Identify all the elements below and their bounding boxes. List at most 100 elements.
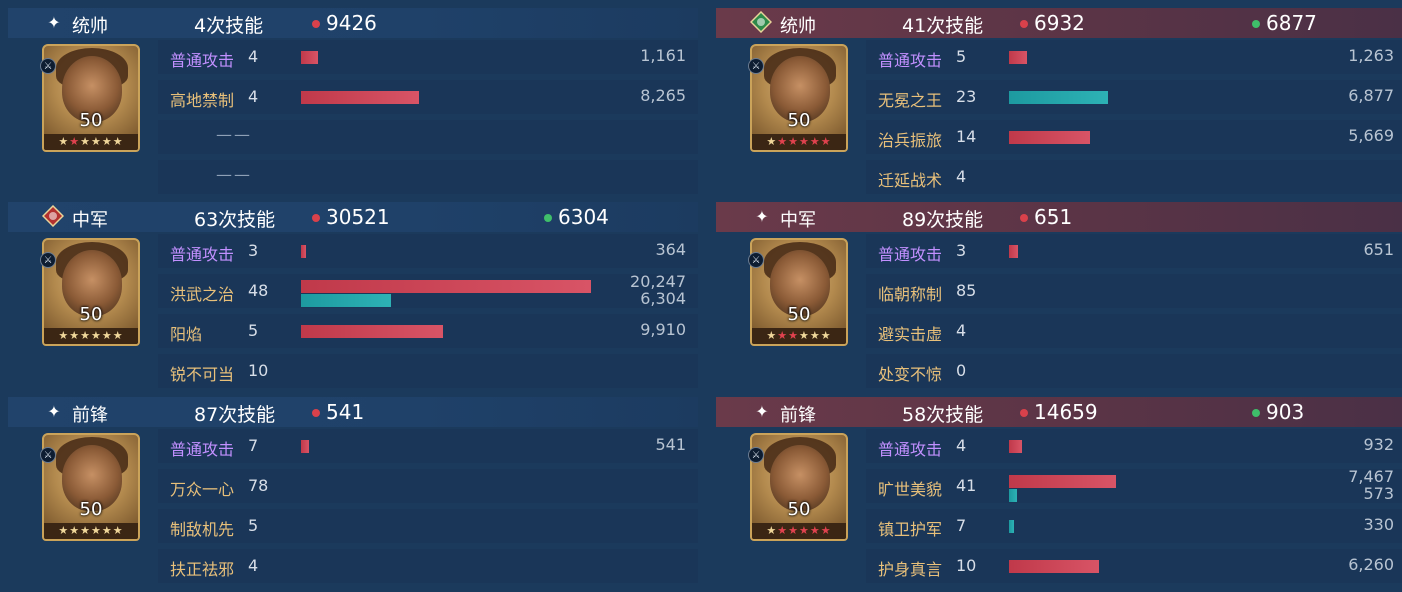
damage-bar (301, 280, 591, 293)
skill-row[interactable]: 普通攻击 4 932 (866, 429, 1402, 463)
star-icon: ★ (101, 135, 113, 148)
skill-value-secondary: 6,304 (640, 289, 686, 308)
skill-row[interactable]: 普通攻击 3 364 (158, 234, 698, 268)
star-icon: ★ (809, 329, 821, 342)
skill-trigger-count: 78 (248, 476, 269, 495)
skill-row[interactable]: 洪武之治 48 20,247 6,304 (158, 272, 698, 308)
skill-row[interactable]: 护身真言 10 6,260 (866, 549, 1402, 583)
block-header: 中军 63次技能 30521 6304 (8, 202, 698, 232)
skill-count: 4次技能 (194, 15, 264, 37)
star-icon: ★ (820, 329, 832, 342)
hero-portrait[interactable]: 50 ★★★★★★ (42, 433, 140, 541)
sparkle-icon: ✦ (47, 13, 61, 32)
heal-total: 6304 (544, 205, 609, 229)
star-icon: ★ (820, 135, 832, 148)
skill-row[interactable]: 普通攻击 4 1,161 (158, 40, 698, 74)
hero-portrait[interactable]: 50 ★★★★★★ (42, 44, 140, 152)
heal-bar (1009, 91, 1108, 104)
skill-row[interactable]: 普通攻击 5 1,263 (866, 40, 1402, 74)
skill-trigger-count: 14 (956, 127, 977, 146)
skill-value: 6,877 (1348, 86, 1394, 105)
skill-row[interactable]: 万众一心 78 (158, 469, 698, 503)
skill-row[interactable]: 普通攻击 7 541 (158, 429, 698, 463)
hero-level: 50 (79, 110, 103, 131)
star-icon: ★ (80, 524, 91, 537)
damage-bar (1009, 560, 1099, 573)
skill-value: 330 (1363, 515, 1394, 534)
damage-bar (1009, 245, 1018, 258)
hero-level: 50 (79, 304, 103, 325)
skill-trigger-count: 10 (956, 556, 977, 575)
skill-row[interactable]: —— (158, 120, 698, 154)
block-header: ✦ 中军 89次技能 651 (716, 202, 1402, 232)
skill-row[interactable]: 高地禁制 4 8,265 (158, 80, 698, 114)
star-icon: ★ (58, 135, 70, 148)
hero-portrait[interactable]: 50 ★★★★★★ (750, 44, 848, 152)
skill-name: 普通攻击 (170, 245, 235, 264)
damage-bar (1009, 440, 1022, 453)
skill-value: 5,669 (1348, 126, 1394, 145)
damage-total: 14659 (1020, 400, 1098, 424)
damage-total: 541 (311, 400, 365, 424)
hero-portrait[interactable]: 50 ★★★★★★ (42, 238, 140, 346)
skill-row[interactable]: 阳焰 5 9,910 (158, 314, 698, 348)
skill-count: 41次技能 (902, 15, 984, 37)
block-header: 统帅 41次技能 6932 6877 (716, 8, 1402, 38)
block-header: ✦ 前锋 58次技能 14659 903 (716, 397, 1402, 427)
skill-trigger-count: 4 (248, 47, 259, 66)
skill-name: 处变不惊 (878, 365, 943, 384)
star-icon: ★ (820, 524, 832, 537)
role-label: 统帅 (780, 16, 816, 37)
skill-value: 1,263 (1348, 46, 1394, 65)
star-icon: ★ (777, 524, 789, 537)
skill-trigger-count: 7 (248, 436, 259, 455)
skill-row[interactable]: 镇卫护军 7 330 (866, 509, 1402, 543)
skill-row[interactable]: 避实击虚 4 (866, 314, 1402, 348)
skill-row[interactable]: 临朝称制 85 (866, 274, 1402, 308)
skill-row[interactable]: 旷世美貌 41 7,467 573 (866, 467, 1402, 503)
hero-portrait[interactable]: 50 ★★★★★★ (750, 238, 848, 346)
left-team-panel: ✦ 统帅 4次技能 9426 50 ★★★★★★ ⚔ 普通攻击 4 1,161 高地禁制 4 8,265… (8, 0, 698, 592)
star-rating: ★★★★★★ (44, 134, 138, 150)
block-header: ✦ 统帅 4次技能 9426 (8, 8, 698, 38)
skill-row[interactable]: 扶正祛邪 4 (158, 549, 698, 583)
block-header: ✦ 前锋 87次技能 541 (8, 397, 698, 427)
skill-trigger-count: 4 (248, 556, 259, 575)
skill-value: 8,265 (640, 86, 686, 105)
heal-total: 6877 (1252, 11, 1317, 35)
skill-trigger-count: 41 (956, 476, 977, 495)
skill-name: 临朝称制 (878, 285, 943, 304)
star-icon: ★ (101, 524, 113, 537)
skill-name: 护身真言 (878, 560, 943, 579)
star-icon: ★ (112, 524, 124, 537)
skill-trigger-count: 4 (956, 321, 967, 340)
formation-block: ✦ 前锋 58次技能 14659 903 50 ★★★★★★ ⚔ 普通攻击 4 932 旷世美貌 41 7… (716, 389, 1402, 583)
skill-row[interactable]: 无冕之王 23 6,877 (866, 80, 1402, 114)
skill-row[interactable]: 治兵振旅 14 5,669 (866, 120, 1402, 154)
skill-row[interactable]: —— (158, 160, 698, 194)
skill-row[interactable]: 迁延战术 4 (866, 160, 1402, 194)
formation-block: ✦ 中军 89次技能 651 50 ★★★★★★ ⚔ 普通攻击 3 651 临朝称制 85 避实击虚 4 处… (716, 194, 1402, 388)
empty-slot-dash: —— (216, 165, 252, 184)
star-rating: ★★★★★★ (752, 328, 846, 344)
skill-row[interactable]: 处变不惊 0 (866, 354, 1402, 388)
damage-bar (301, 325, 443, 338)
skill-row[interactable]: 制敌机先 5 (158, 509, 698, 543)
skill-row[interactable]: 普通攻击 3 651 (866, 234, 1402, 268)
damage-bar (301, 91, 419, 104)
star-icon: ★ (101, 329, 113, 342)
sparkle-icon: ✦ (755, 402, 769, 421)
star-icon: ★ (799, 329, 810, 342)
skill-trigger-count: 5 (248, 321, 259, 340)
skill-value: 6,260 (1348, 555, 1394, 574)
skill-name: 高地禁制 (170, 91, 235, 110)
skill-count: 58次技能 (902, 404, 984, 426)
damage-total: 30521 (312, 205, 390, 229)
skill-name: 普通攻击 (170, 51, 235, 70)
star-icon: ★ (69, 135, 81, 148)
skill-row[interactable]: 锐不可当 10 (158, 354, 698, 388)
hero-portrait[interactable]: 50 ★★★★★★ (750, 433, 848, 541)
hero-level: 50 (787, 304, 811, 325)
skill-trigger-count: 23 (956, 87, 977, 106)
skill-count: 63次技能 (194, 209, 276, 231)
